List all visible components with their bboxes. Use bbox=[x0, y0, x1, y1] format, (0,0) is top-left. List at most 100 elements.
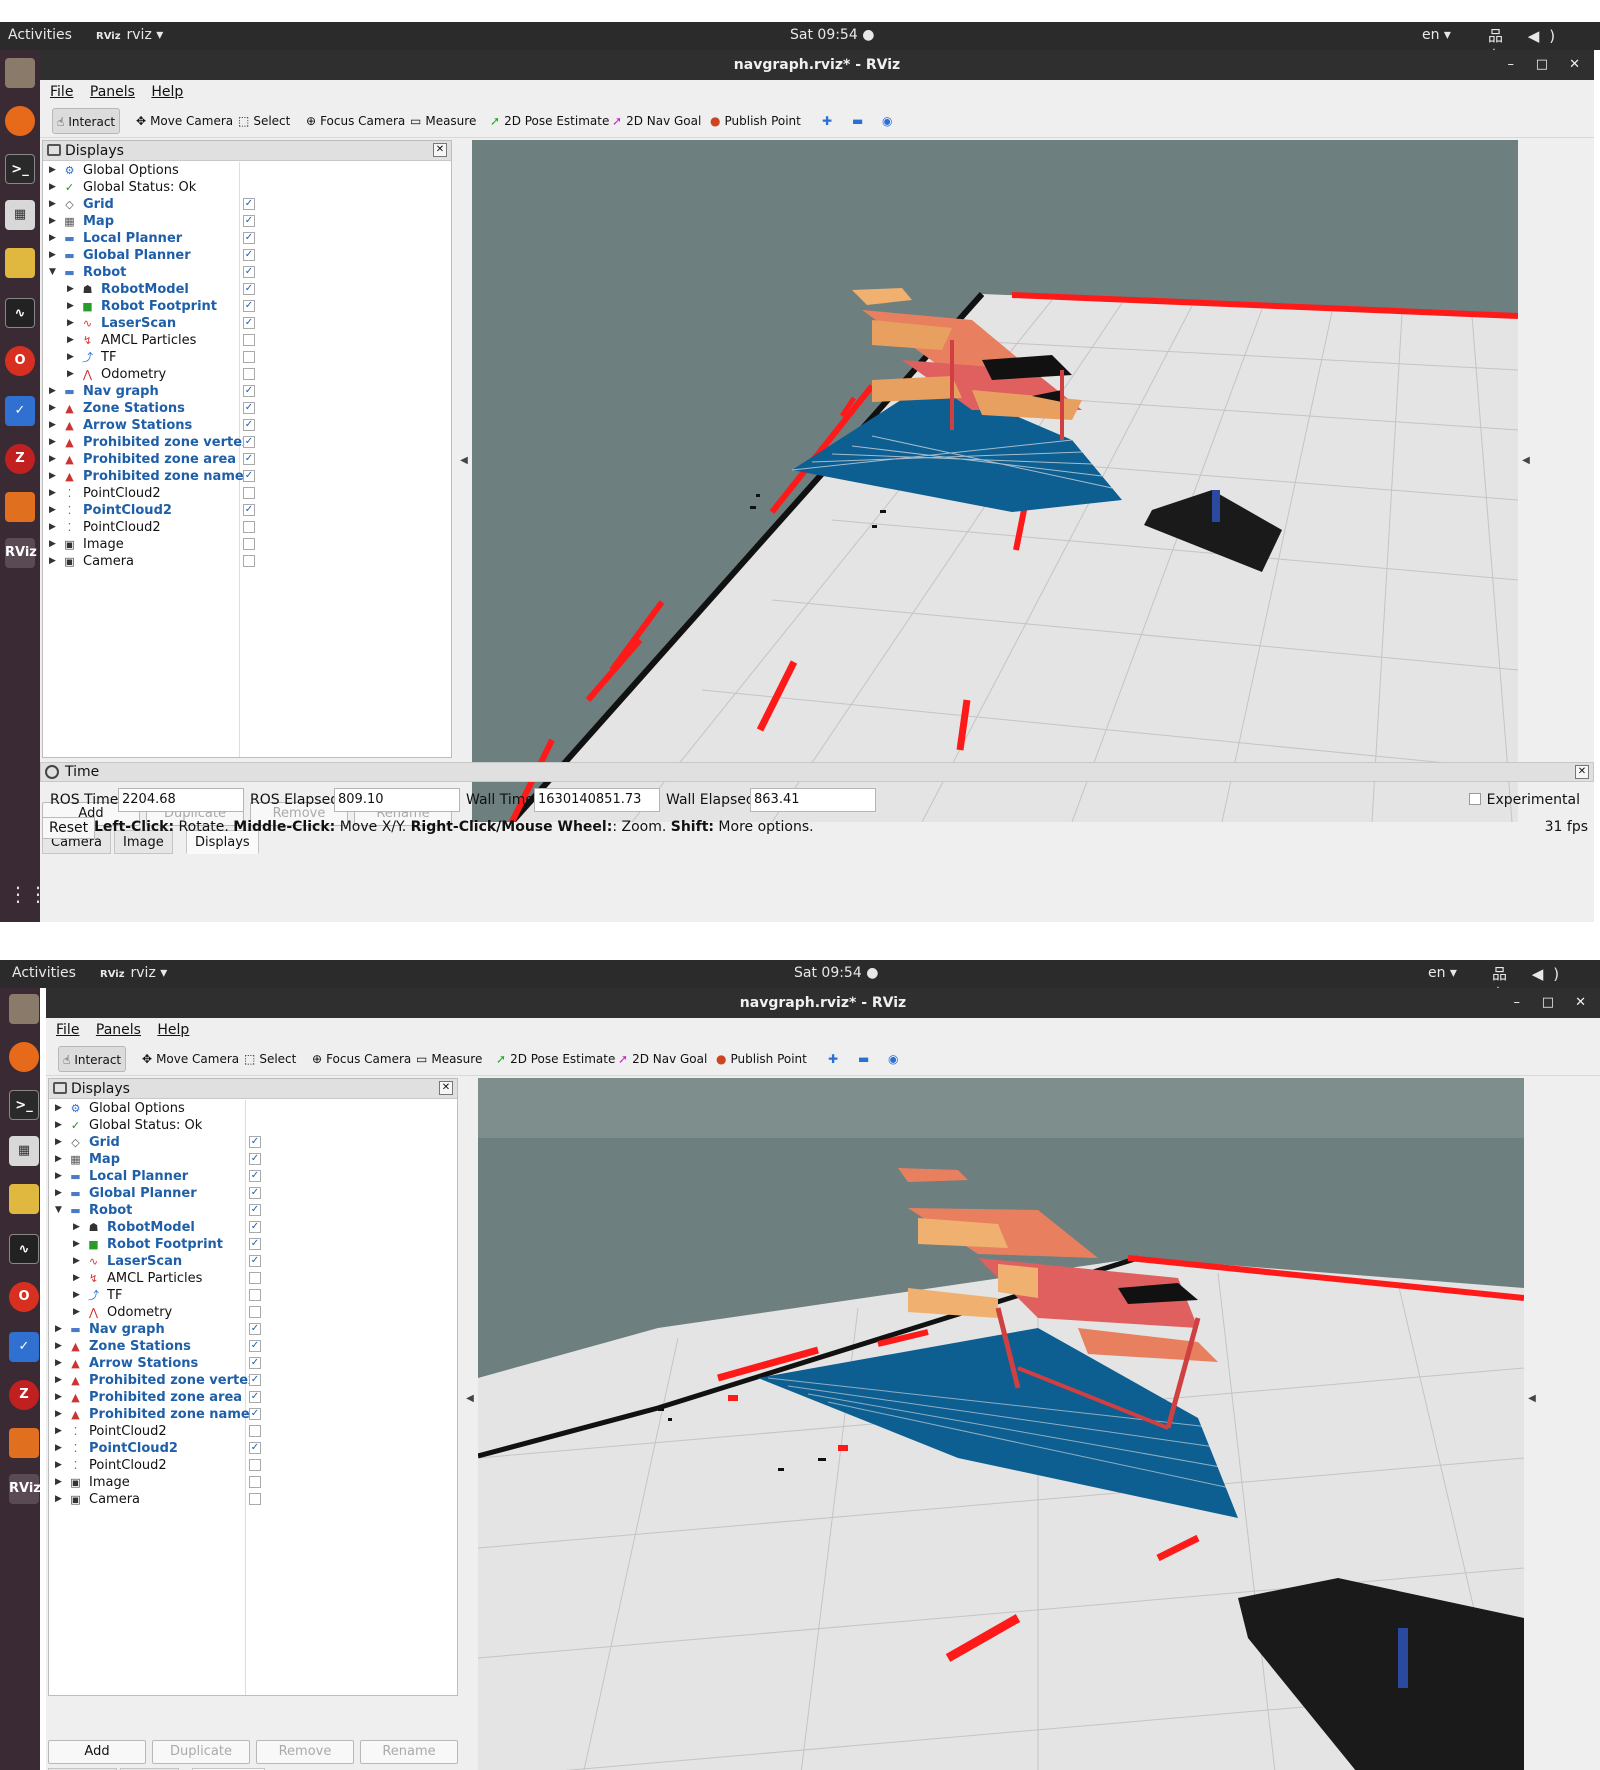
display-enable-checkbox[interactable] bbox=[243, 555, 255, 567]
activities-button[interactable]: Activities bbox=[12, 965, 76, 981]
publish-point-tool[interactable]: ● Publish Point bbox=[706, 108, 805, 134]
nav-goal-tool[interactable]: ➚ 2D Nav Goal bbox=[608, 108, 705, 134]
display-item[interactable]: ▶ ▬ Local Planner ✓ bbox=[49, 1168, 457, 1185]
display-enable-checkbox[interactable]: ✓ bbox=[243, 402, 255, 414]
display-enable-checkbox[interactable] bbox=[243, 334, 255, 346]
app-menu[interactable]: RViz rviz ▾ bbox=[96, 27, 163, 43]
display-enable-checkbox[interactable] bbox=[249, 1476, 261, 1488]
interact-tool[interactable]: ☝ Interact bbox=[58, 1046, 127, 1072]
collapsed-arrow-icon[interactable]: ▶ bbox=[67, 332, 74, 349]
collapsed-arrow-icon[interactable]: ▶ bbox=[55, 1406, 62, 1423]
display-enable-checkbox[interactable]: ✓ bbox=[249, 1221, 261, 1233]
display-item[interactable]: ▶ ↯ AMCL Particles bbox=[49, 1270, 457, 1287]
display-item[interactable]: ▶ ✓ Global Status: Ok bbox=[49, 1117, 457, 1134]
system-monitor-icon[interactable]: ∿ bbox=[9, 1234, 39, 1264]
display-item[interactable]: ▶ ▦ Map ✓ bbox=[49, 1151, 457, 1168]
display-enable-checkbox[interactable] bbox=[243, 351, 255, 363]
clock[interactable]: Sat 09:54 ● bbox=[794, 965, 878, 981]
display-enable-checkbox[interactable]: ✓ bbox=[243, 436, 255, 448]
left-splitter-arrow[interactable]: ◀ bbox=[464, 1393, 476, 1404]
collapsed-arrow-icon[interactable]: ▶ bbox=[67, 281, 74, 298]
3d-viewport[interactable] bbox=[472, 140, 1518, 822]
display-enable-checkbox[interactable] bbox=[249, 1272, 261, 1284]
add-tool-button[interactable]: ✚ bbox=[818, 108, 836, 134]
display-enable-checkbox[interactable]: ✓ bbox=[249, 1442, 261, 1454]
collapsed-arrow-icon[interactable]: ▶ bbox=[55, 1185, 62, 1202]
collapsed-arrow-icon[interactable]: ▶ bbox=[55, 1389, 62, 1406]
display-item[interactable]: ▶ ☗ RobotModel ✓ bbox=[49, 1219, 457, 1236]
collapsed-arrow-icon[interactable]: ▶ bbox=[49, 502, 56, 519]
display-enable-checkbox[interactable]: ✓ bbox=[243, 504, 255, 516]
firefox-icon[interactable] bbox=[5, 106, 35, 136]
minimize-button[interactable]: – bbox=[1508, 50, 1515, 80]
display-enable-checkbox[interactable]: ✓ bbox=[249, 1323, 261, 1335]
display-enable-checkbox[interactable]: ✓ bbox=[249, 1391, 261, 1403]
language-indicator[interactable]: en ▾ bbox=[1428, 965, 1457, 981]
collapsed-arrow-icon[interactable]: ▶ bbox=[49, 247, 56, 264]
display-item[interactable]: ▶ ⋀ Odometry bbox=[43, 366, 451, 383]
collapsed-arrow-icon[interactable]: ▶ bbox=[49, 468, 56, 485]
display-item[interactable]: ▶ ⚙ Global Options bbox=[49, 1100, 457, 1117]
close-panel-button[interactable]: ✕ bbox=[433, 143, 447, 157]
display-enable-checkbox[interactable]: ✓ bbox=[249, 1204, 261, 1216]
display-item[interactable]: ▶ ■ Robot Footprint ✓ bbox=[43, 298, 451, 315]
collapsed-arrow-icon[interactable]: ▶ bbox=[49, 434, 56, 451]
display-item[interactable]: ▶ ▲ Prohibited zone name ✓ bbox=[49, 1406, 457, 1423]
display-enable-checkbox[interactable]: ✓ bbox=[249, 1187, 261, 1199]
menu-help[interactable]: Help bbox=[157, 1022, 189, 1038]
display-enable-checkbox[interactable]: ✓ bbox=[243, 283, 255, 295]
display-enable-checkbox[interactable]: ✓ bbox=[249, 1136, 261, 1148]
view-tool-button[interactable]: ◉ bbox=[884, 1046, 902, 1072]
collapsed-arrow-icon[interactable]: ▶ bbox=[67, 298, 74, 315]
display-enable-checkbox[interactable]: ✓ bbox=[249, 1408, 261, 1420]
display-item[interactable]: ▶ ✓ Global Status: Ok bbox=[43, 179, 451, 196]
collapsed-arrow-icon[interactable]: ▶ bbox=[55, 1168, 62, 1185]
display-item[interactable]: ▶ ▬ Nav graph ✓ bbox=[49, 1321, 457, 1338]
collapsed-arrow-icon[interactable]: ▶ bbox=[73, 1304, 80, 1321]
collapsed-arrow-icon[interactable]: ▶ bbox=[55, 1457, 62, 1474]
collapsed-arrow-icon[interactable]: ▶ bbox=[49, 536, 56, 553]
nav-goal-tool[interactable]: ➚ 2D Nav Goal bbox=[614, 1046, 711, 1072]
display-item[interactable]: ▶ ⚙ Global Options bbox=[43, 162, 451, 179]
minimize-button[interactable]: – bbox=[1514, 988, 1521, 1018]
firefox-icon[interactable] bbox=[9, 1042, 39, 1072]
display-item[interactable]: ▶ ⁚ PointCloud2 bbox=[43, 519, 451, 536]
close-time-panel-button[interactable]: ✕ bbox=[1575, 765, 1589, 779]
3d-viewport[interactable] bbox=[478, 1078, 1524, 1770]
experimental-checkbox[interactable]: Experimental bbox=[1468, 792, 1580, 808]
display-item[interactable]: ▶ ▣ Camera bbox=[49, 1491, 457, 1508]
opera-icon[interactable]: O bbox=[5, 346, 35, 376]
display-item[interactable]: ▶ ▲ Arrow Stations ✓ bbox=[43, 417, 451, 434]
display-enable-checkbox[interactable] bbox=[243, 368, 255, 380]
collapsed-arrow-icon[interactable]: ▶ bbox=[49, 179, 56, 196]
display-enable-checkbox[interactable]: ✓ bbox=[249, 1255, 261, 1267]
display-item[interactable]: ▶ ◇ Grid ✓ bbox=[49, 1134, 457, 1151]
collapsed-arrow-icon[interactable]: ▶ bbox=[49, 213, 56, 230]
display-item[interactable]: ▼ ▬ Robot ✓ bbox=[43, 264, 451, 281]
reset-button[interactable]: Reset bbox=[42, 817, 96, 839]
display-item[interactable]: ▶ ◇ Grid ✓ bbox=[43, 196, 451, 213]
zotero-icon[interactable]: Z bbox=[5, 444, 35, 474]
calculator-icon[interactable]: ▦ bbox=[5, 200, 35, 230]
menu-file[interactable]: File bbox=[56, 1022, 79, 1038]
display-item[interactable]: ▶ ▣ Camera bbox=[43, 553, 451, 570]
display-item[interactable]: ▶ ▲ Prohibited zone vertex ✓ bbox=[43, 434, 451, 451]
collapsed-arrow-icon[interactable]: ▶ bbox=[73, 1219, 80, 1236]
collapsed-arrow-icon[interactable]: ▶ bbox=[55, 1491, 62, 1508]
rename-button[interactable]: Rename bbox=[360, 1740, 458, 1764]
books-icon[interactable] bbox=[9, 1428, 39, 1458]
collapsed-arrow-icon[interactable]: ▶ bbox=[49, 519, 56, 536]
display-enable-checkbox[interactable]: ✓ bbox=[243, 198, 255, 210]
display-enable-checkbox[interactable] bbox=[249, 1493, 261, 1505]
display-enable-checkbox[interactable]: ✓ bbox=[243, 453, 255, 465]
calculator-icon[interactable]: ▦ bbox=[9, 1136, 39, 1166]
display-enable-checkbox[interactable]: ✓ bbox=[243, 300, 255, 312]
collapsed-arrow-icon[interactable]: ▶ bbox=[49, 162, 56, 179]
display-enable-checkbox[interactable] bbox=[249, 1289, 261, 1301]
display-enable-checkbox[interactable]: ✓ bbox=[243, 470, 255, 482]
display-enable-checkbox[interactable]: ✓ bbox=[243, 266, 255, 278]
display-item[interactable]: ▶ ▲ Prohibited zone area ✓ bbox=[43, 451, 451, 468]
pose-estimate-tool[interactable]: ➚ 2D Pose Estimate bbox=[492, 1046, 619, 1072]
terminal-icon[interactable]: >_ bbox=[5, 154, 35, 184]
terminal-icon[interactable]: >_ bbox=[9, 1090, 39, 1120]
